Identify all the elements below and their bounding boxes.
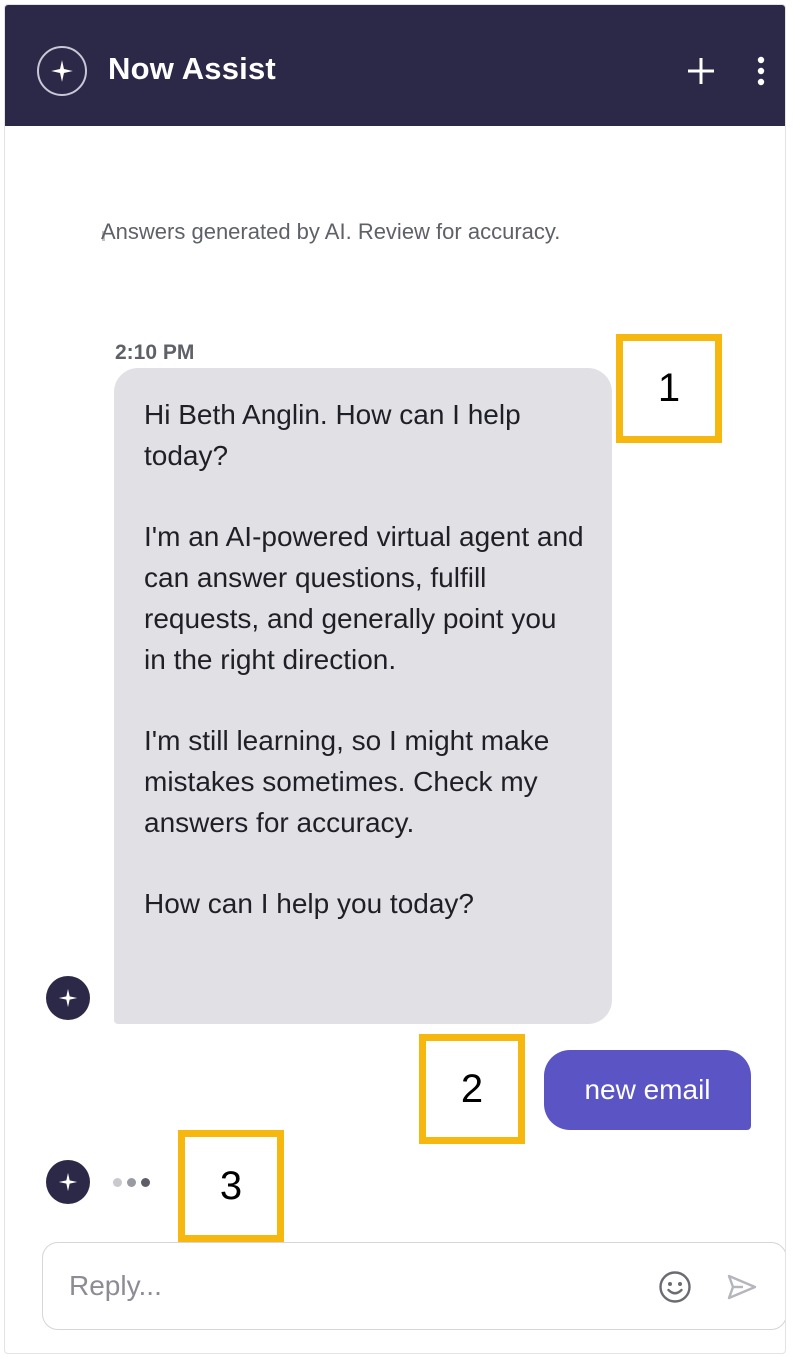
sparkle-icon — [58, 988, 78, 1008]
now-assist-chat-panel: Now Assist Answers generated by AI. Revi… — [4, 4, 786, 1354]
sparkle-icon — [58, 1172, 78, 1192]
ai-disclaimer: Answers generated by AI. Review for accu… — [101, 219, 561, 244]
bot-avatar — [46, 976, 90, 1020]
chat-header: Now Assist — [5, 5, 785, 126]
callout-marker-1: 1 — [616, 334, 722, 443]
bot-message-paragraph: How can I help you today? — [144, 888, 474, 919]
send-button[interactable] — [722, 1267, 762, 1307]
bot-avatar — [46, 1160, 90, 1204]
emoji-button[interactable] — [655, 1267, 695, 1307]
callout-marker-3: 3 — [178, 1130, 284, 1242]
typing-dot — [127, 1177, 136, 1187]
typing-dot — [141, 1177, 150, 1187]
sparkle-icon — [37, 46, 87, 96]
send-arrow-icon — [727, 1274, 757, 1300]
reply-input[interactable] — [69, 1265, 629, 1307]
more-vertical-icon — [757, 56, 765, 86]
smiley-icon — [659, 1271, 691, 1303]
bot-message-paragraph: Hi Beth Anglin. How can I help today? — [144, 399, 521, 471]
message-timestamp: 2:10 PM — [115, 341, 195, 364]
callout-marker-2: 2 — [419, 1034, 525, 1144]
typing-indicator — [113, 1175, 150, 1189]
bot-message-paragraph: I'm still learning, so I might make mist… — [144, 725, 550, 838]
typing-dot — [113, 1177, 122, 1187]
reply-composer — [42, 1242, 785, 1330]
chat-title: Now Assist — [108, 51, 276, 86]
user-message-bubble: new email — [544, 1050, 751, 1130]
plus-icon — [688, 58, 714, 84]
new-chat-button[interactable] — [678, 45, 724, 97]
bot-message-paragraph: I'm an AI-powered virtual agent and can … — [144, 521, 584, 675]
bot-message-bubble: Hi Beth Anglin. How can I help today? I'… — [114, 368, 612, 1024]
more-options-button[interactable] — [738, 45, 784, 97]
